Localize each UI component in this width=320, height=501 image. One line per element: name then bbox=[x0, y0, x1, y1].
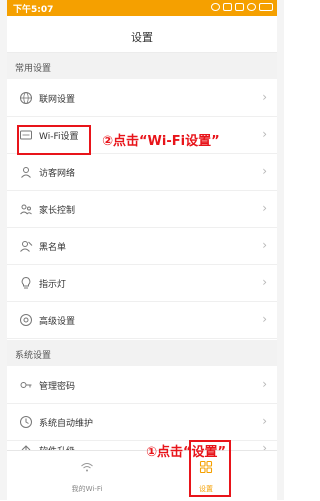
chevron-right-icon: › bbox=[262, 90, 267, 104]
status-icons bbox=[211, 3, 273, 11]
settings-item-network[interactable]: 联网设置 › bbox=[7, 80, 277, 117]
app-screen: 下午5:07 设置 常用设置 联网设置 › Wi-Fi设置 › 访客网络 › 家… bbox=[7, 0, 277, 501]
wifi-icon bbox=[81, 463, 93, 472]
settings-item-indicator-light[interactable]: 指示灯 › bbox=[7, 265, 277, 302]
settings-item-label: 家长控制 bbox=[39, 206, 76, 216]
chevron-right-icon: › bbox=[262, 275, 267, 289]
key-icon bbox=[20, 382, 32, 388]
nav-label: 我的Wi-Fi bbox=[71, 485, 103, 493]
status-time: 下午5:07 bbox=[13, 5, 54, 15]
nav-my-wifi[interactable]: 我的Wi-Fi bbox=[42, 451, 132, 501]
settings-item-label: 联网设置 bbox=[39, 95, 76, 105]
settings-item-label: 高级设置 bbox=[39, 317, 76, 327]
settings-item-label: 管理密码 bbox=[39, 382, 76, 392]
page-title: 设置 bbox=[131, 31, 153, 44]
auto-maintenance-icon bbox=[20, 416, 32, 428]
blacklist-icon bbox=[20, 241, 33, 252]
globe-icon bbox=[20, 92, 32, 104]
settings-item-parental-control[interactable]: 家长控制 › bbox=[7, 191, 277, 228]
alarm-icon bbox=[211, 3, 220, 11]
advanced-settings-icon bbox=[20, 314, 32, 326]
title-bar: 设置 bbox=[7, 16, 277, 53]
status-bar: 下午5:07 bbox=[7, 0, 277, 16]
settings-item-auto-maintenance[interactable]: 系统自动维护 › bbox=[7, 404, 277, 441]
indicator-light-icon bbox=[21, 276, 31, 289]
settings-item-advanced[interactable]: 高级设置 › bbox=[7, 302, 277, 339]
chevron-right-icon: › bbox=[262, 164, 267, 178]
chevron-right-icon: › bbox=[262, 238, 267, 252]
settings-item-password[interactable]: 管理密码 › bbox=[7, 367, 277, 404]
status-wifi-icon bbox=[247, 3, 256, 11]
parental-control-icon bbox=[20, 204, 32, 215]
settings-item-guest-network[interactable]: 访客网络 › bbox=[7, 154, 277, 191]
settings-tab-highlight bbox=[189, 440, 231, 497]
section-header-common: 常用设置 bbox=[7, 53, 277, 79]
section-title: 常用设置 bbox=[15, 64, 52, 74]
settings-item-label: 系统自动维护 bbox=[39, 419, 94, 429]
chevron-right-icon: › bbox=[262, 127, 267, 141]
screenshot-frame: 下午5:07 设置 常用设置 联网设置 › Wi-Fi设置 › 访客网络 › 家… bbox=[0, 0, 284, 501]
annotation-step2: ②点击“Wi-Fi设置” bbox=[102, 134, 220, 149]
section-title: 系统设置 bbox=[15, 351, 52, 361]
chevron-right-icon: › bbox=[262, 201, 267, 215]
bottom-nav: 我的Wi-Fi 设置 bbox=[7, 450, 277, 501]
settings-item-label: 黑名单 bbox=[39, 243, 67, 253]
section-header-system: 系统设置 bbox=[7, 340, 277, 366]
battery-icon bbox=[259, 3, 273, 11]
chevron-right-icon: › bbox=[262, 377, 267, 391]
settings-item-blacklist[interactable]: 黑名单 › bbox=[7, 228, 277, 265]
chevron-right-icon: › bbox=[262, 414, 267, 428]
chevron-right-icon: › bbox=[262, 312, 267, 326]
mute-icon bbox=[223, 3, 232, 11]
settings-item-label: 访客网络 bbox=[39, 169, 76, 179]
wifi-settings-highlight bbox=[17, 125, 91, 155]
signal-icon bbox=[235, 3, 244, 11]
settings-item-label: 指示灯 bbox=[39, 280, 67, 290]
guest-network-icon bbox=[21, 167, 31, 178]
